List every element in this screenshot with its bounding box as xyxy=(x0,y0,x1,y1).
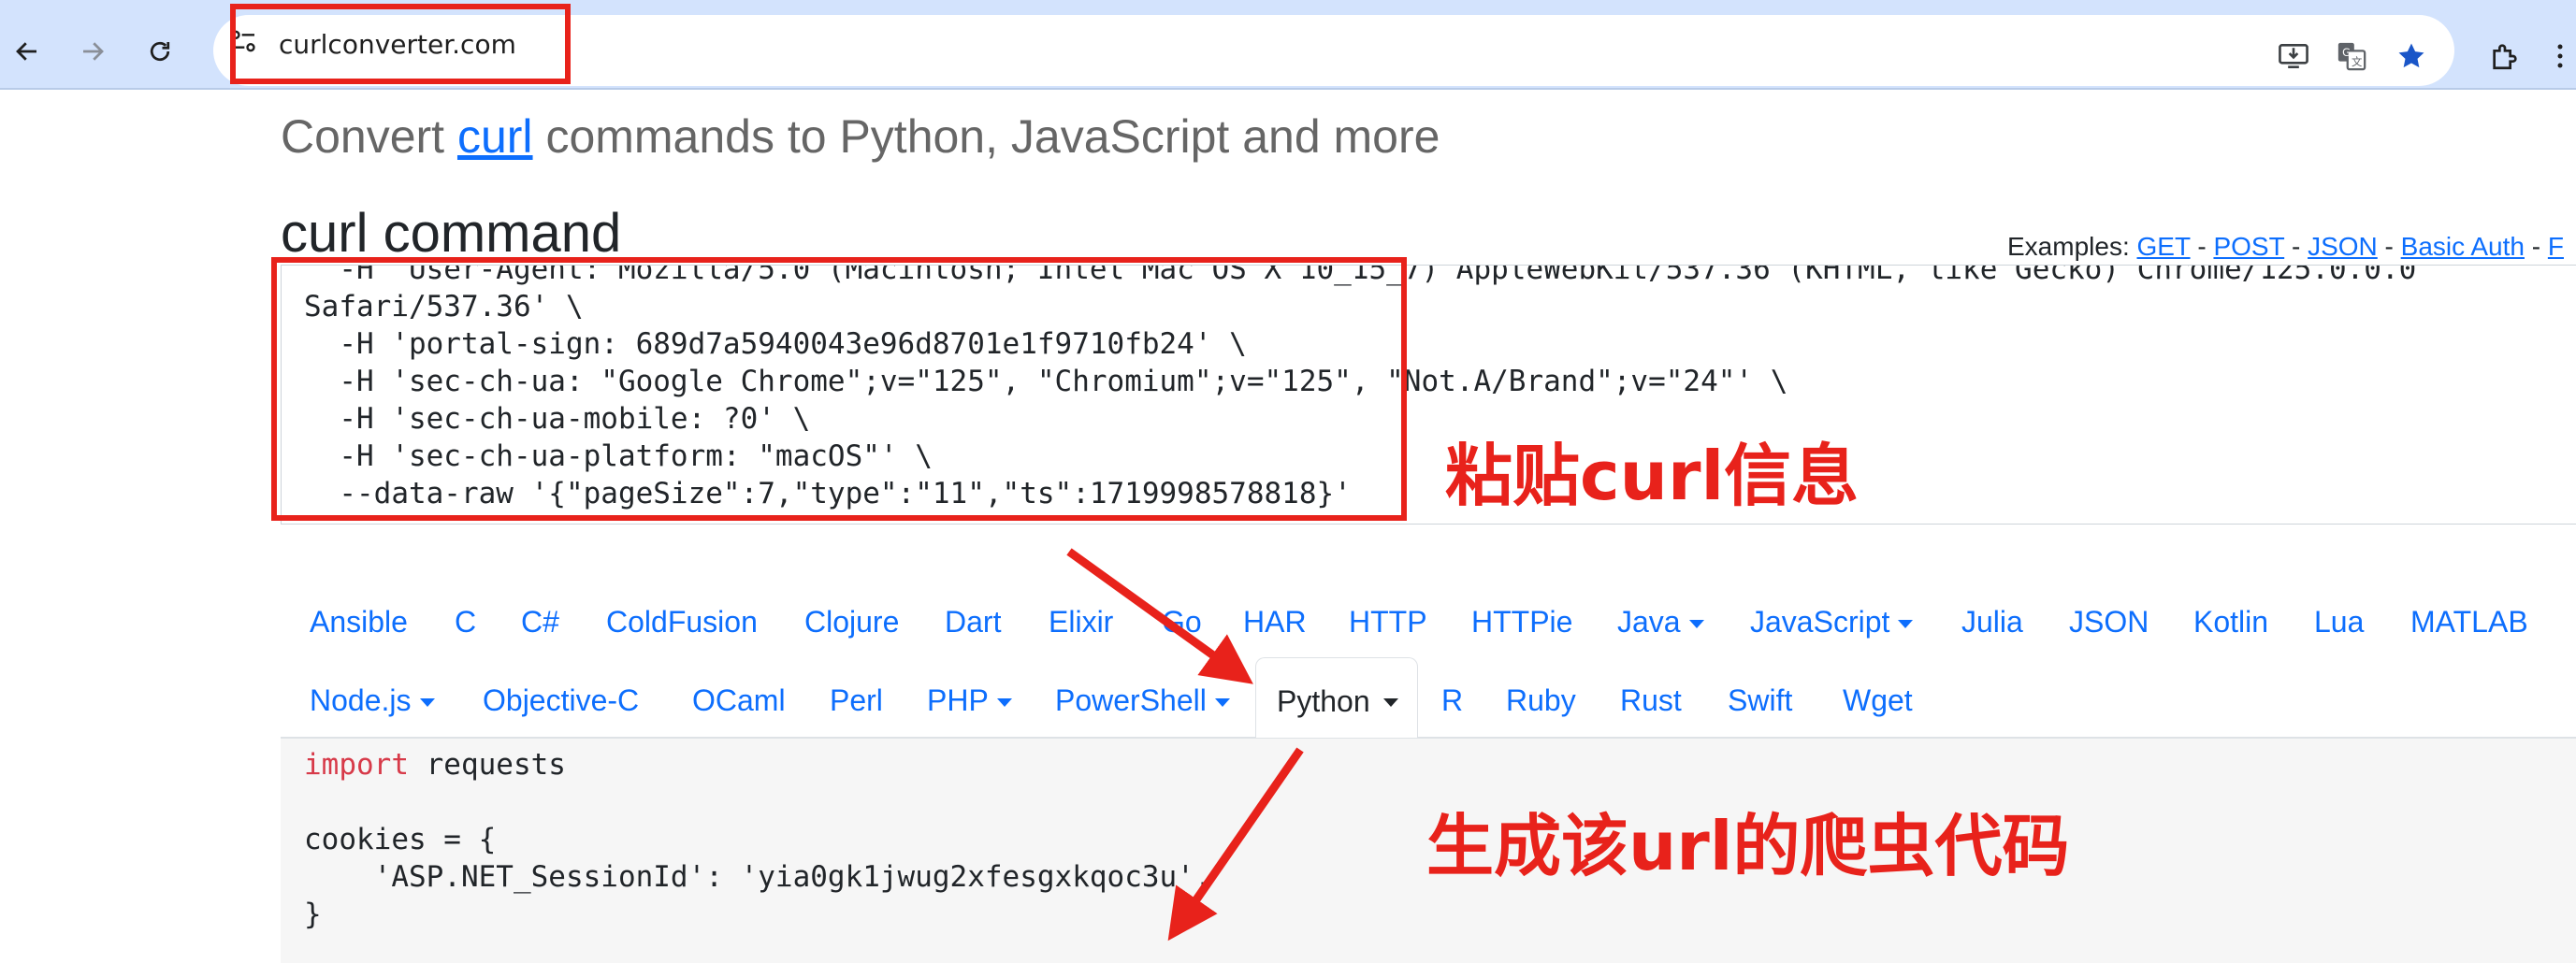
arrow-to-python-tab xyxy=(1066,548,1253,684)
annotation-arrows xyxy=(1066,548,1304,941)
arrow-to-code-output xyxy=(1167,747,1304,941)
